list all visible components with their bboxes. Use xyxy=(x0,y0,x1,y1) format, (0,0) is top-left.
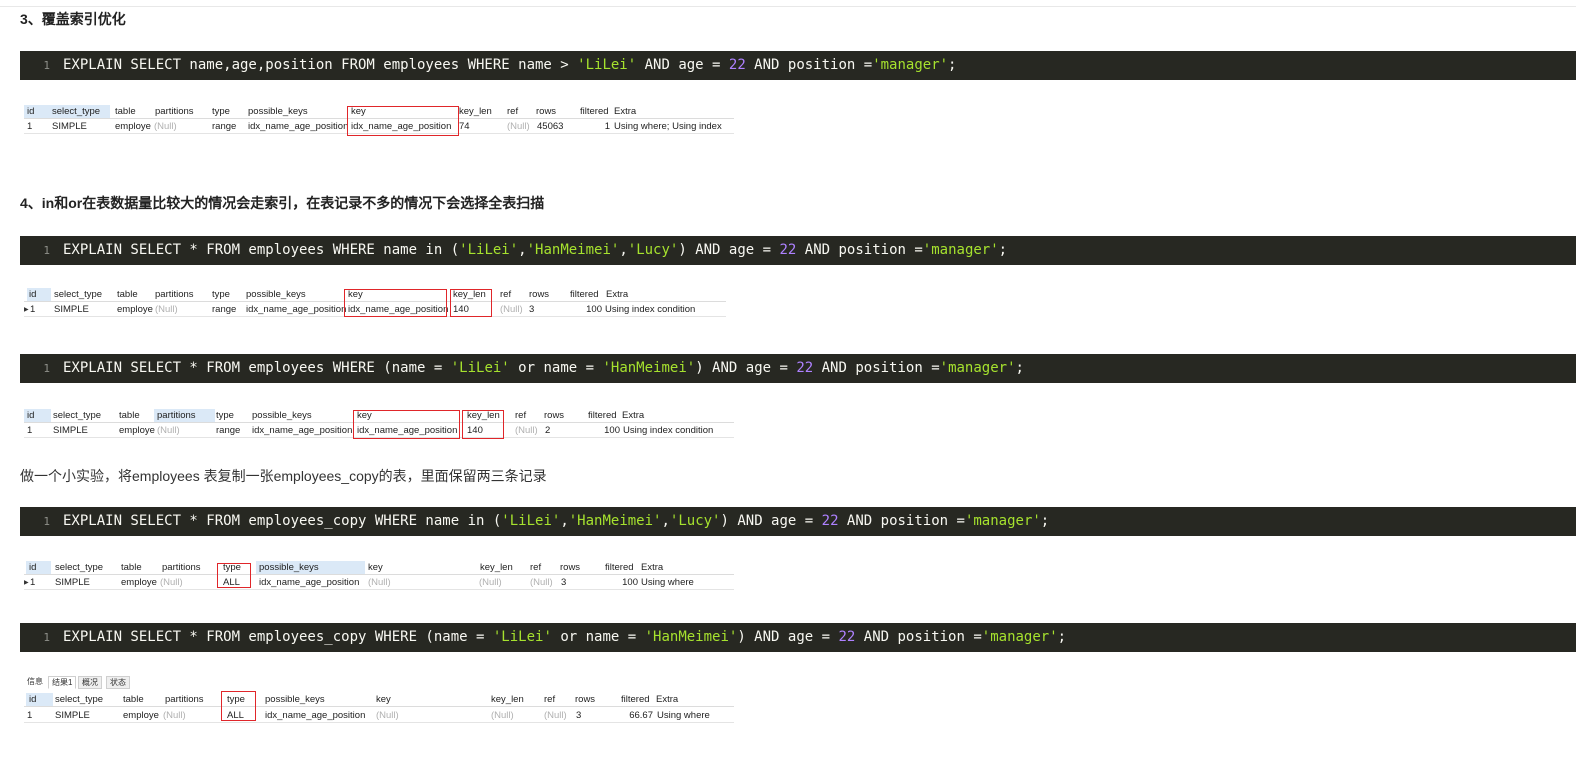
explain-result-1: id select_type table partitions type pos… xyxy=(24,105,734,136)
experiment-note: 做一个小实验，将employees 表复制一张employees_copy的表，… xyxy=(20,468,547,484)
section-heading-4: 4、in和or在表数据量比较大的情况会走索引，在表记录不多的情况下会选择全表扫描 xyxy=(20,195,545,211)
table-row: ▶ 1 SIMPLE employe (Null) ALL idx_name_a… xyxy=(24,576,734,590)
line-number: 1 xyxy=(43,59,50,72)
table-header: id select_type table partitions type pos… xyxy=(24,693,734,707)
highlight-box-key-len xyxy=(450,289,492,317)
highlight-box-key xyxy=(353,410,460,439)
table-row: 1 SIMPLE employe (Null) ALL idx_name_age… xyxy=(24,709,734,723)
highlight-box-key xyxy=(344,289,447,317)
code-block-1: 1 EXPLAIN SELECT name,age,position FROM e… xyxy=(20,51,1576,80)
code-block-3: 1 EXPLAIN SELECT * FROM employees WHERE (… xyxy=(20,354,1576,383)
section-heading-3: 3、覆盖索引优化 xyxy=(20,11,126,27)
code-block-2: 1 EXPLAIN SELECT * FROM employees WHERE n… xyxy=(20,236,1576,265)
highlight-box-type xyxy=(221,691,256,721)
tab-result-1[interactable]: 结果1 xyxy=(48,676,77,689)
row-pointer-icon: ▶ xyxy=(24,580,29,586)
row-pointer-icon: ▶ xyxy=(24,307,29,313)
tab-status[interactable]: 状态 xyxy=(106,676,130,689)
highlight-box-key-len xyxy=(462,410,504,439)
explain-result-2: id select_type table partitions type pos… xyxy=(24,288,726,318)
highlight-box-type xyxy=(217,563,251,588)
code-block-4: 1 EXPLAIN SELECT * FROM employees_copy WH… xyxy=(20,507,1576,536)
tab-info[interactable]: 信息 xyxy=(24,676,46,687)
code-block-5: 1 EXPLAIN SELECT * FROM employees_copy WH… xyxy=(20,623,1576,652)
highlight-box-key xyxy=(347,106,459,136)
explain-result-3: id select_type table partitions type pos… xyxy=(24,409,734,439)
explain-result-4: id select_type table partitions type pos… xyxy=(24,561,734,591)
top-divider xyxy=(0,6,1576,7)
table-header: id select_type table partitions type pos… xyxy=(24,561,734,575)
tab-overview[interactable]: 概况 xyxy=(78,676,102,689)
explain-result-5: id select_type table partitions type pos… xyxy=(24,691,734,723)
